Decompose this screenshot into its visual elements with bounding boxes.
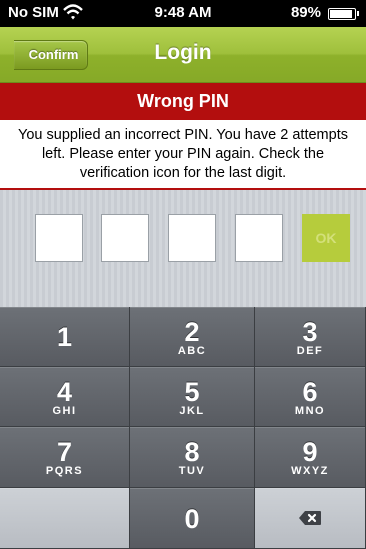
pin-digit-2[interactable]: [101, 214, 149, 262]
key-letters: ABC: [177, 345, 207, 357]
key-number: 7: [56, 437, 73, 467]
pin-digit-4[interactable]: [235, 214, 283, 262]
navigation-bar: Confirm Login: [0, 27, 366, 83]
key-number: 6: [302, 377, 318, 407]
backspace-icon: [299, 511, 321, 525]
key-number: 5: [184, 377, 200, 407]
key-letters: DEF: [296, 345, 324, 357]
key-letters: WXYZ: [291, 465, 329, 477]
key-number: 2: [184, 317, 200, 347]
key-6[interactable]: 6 MNO: [255, 367, 366, 427]
key-number: 0: [184, 504, 200, 534]
key-2[interactable]: 2 ABC: [130, 307, 255, 367]
key-3[interactable]: 3 DEF: [255, 307, 366, 367]
key-letters: JKL: [179, 405, 205, 417]
key-number: 9: [302, 437, 318, 467]
key-number: 4: [56, 377, 73, 407]
key-5[interactable]: 5 JKL: [130, 367, 255, 427]
error-message: You supplied an incorrect PIN. You have …: [18, 127, 348, 181]
battery-percentage: 89%: [290, 4, 321, 21]
key-0[interactable]: 0: [130, 488, 255, 549]
key-letters: MNO: [294, 405, 326, 417]
numeric-keypad: 1 2 ABC 3 DEF 4 GHI 5 JKL 6 MNO 7 PQRS 8…: [0, 307, 366, 549]
status-bar: No SIM 9:48 AM 89%: [0, 0, 366, 27]
key-number: 1: [56, 322, 73, 352]
backspace-key[interactable]: [255, 488, 366, 549]
key-8[interactable]: 8 TUV: [130, 427, 255, 488]
key-7[interactable]: 7 PQRS: [0, 427, 130, 488]
battery-icon: [328, 8, 359, 20]
key-letters: TUV: [178, 465, 206, 477]
blank-key: [0, 488, 130, 549]
pin-entry-area: OK: [0, 190, 366, 307]
key-number: 3: [302, 317, 318, 347]
back-button-label: Confirm: [28, 47, 79, 62]
key-letters: GHI: [52, 405, 77, 417]
key-number: 8: [184, 437, 200, 467]
pin-digit-3[interactable]: [168, 214, 216, 262]
error-banner: Wrong PIN: [0, 83, 366, 120]
ok-button[interactable]: OK: [302, 214, 350, 262]
key-4[interactable]: 4 GHI: [0, 367, 130, 427]
pin-digit-1[interactable]: [35, 214, 83, 262]
key-1[interactable]: 1: [0, 307, 130, 367]
key-letters: PQRS: [45, 465, 84, 477]
key-9[interactable]: 9 WXYZ: [255, 427, 366, 488]
